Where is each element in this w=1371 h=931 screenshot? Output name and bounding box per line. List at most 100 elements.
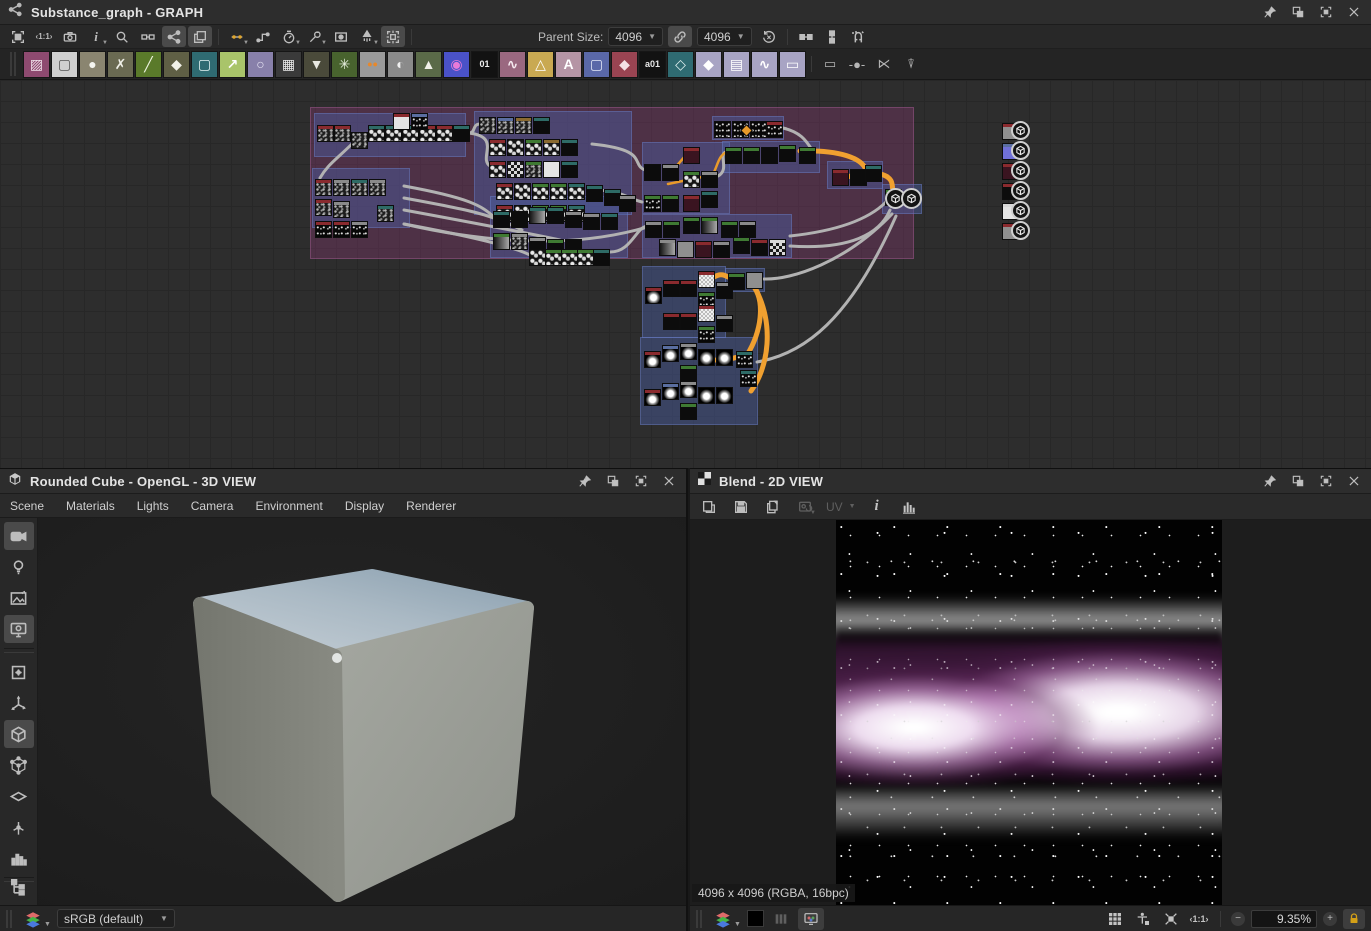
uv-select[interactable]: UV ▼ [826,500,856,514]
curve-fx-node-button[interactable]: ∿ [751,51,778,78]
graph-node[interactable] [508,140,523,155]
graph-node[interactable] [480,118,495,133]
graph-node[interactable] [490,162,505,177]
graph-node[interactable] [702,192,717,207]
rounded-cube-button[interactable] [4,720,34,748]
clean-button[interactable]: ▼ [355,26,379,47]
graph-node[interactable] [584,214,599,229]
zoom-out-button[interactable]: − [1231,912,1245,926]
close-button[interactable] [1345,3,1363,21]
float-button[interactable] [1289,472,1307,490]
graph-node[interactable] [562,162,577,177]
graph-node[interactable] [751,122,766,137]
histogram-button[interactable] [898,497,920,517]
height-node-button[interactable]: ▼ [303,51,330,78]
graph-node[interactable] [544,140,559,155]
snap-grid-button[interactable] [381,26,405,47]
graph-node[interactable] [370,180,385,195]
graph-node[interactable] [681,366,696,381]
graph-node[interactable] [741,371,756,386]
graph-node[interactable] [645,390,660,405]
text-node-button[interactable]: A [555,51,582,78]
graph-node[interactable] [833,170,848,185]
color-layers-icon[interactable]: ▼ [714,910,741,928]
graph-node[interactable] [663,165,678,180]
zoom-1-1-button[interactable]: ‹1:1› [1188,909,1210,929]
graph-node[interactable] [530,208,545,223]
connector-dots-button[interactable]: ▼ [225,26,249,47]
transform-node-button[interactable]: ▢ [191,51,218,78]
shape-node-button[interactable]: ○ [247,51,274,78]
dot-node-button[interactable]: ●● [359,51,386,78]
graph-node[interactable] [681,314,696,329]
graph-node[interactable] [740,222,755,237]
mannequin-button[interactable] [1132,909,1154,929]
graph-node[interactable] [660,240,675,255]
graph-canvas[interactable] [0,80,1371,468]
graph-node[interactable] [752,240,767,255]
link-nodes-button[interactable] [794,26,818,47]
graph-node[interactable] [664,281,679,296]
colorspace-select[interactable]: sRGB (default) ▼ [57,909,175,928]
background-color-swatch[interactable] [747,910,764,927]
comment-button[interactable]: ▭ [817,51,843,77]
graph-node[interactable] [497,184,512,199]
graph-node[interactable] [770,240,785,255]
view3d-viewport[interactable] [38,518,686,906]
reset-size-button[interactable] [757,26,781,47]
blur-node-button[interactable]: ● [79,51,106,78]
final-output-icon[interactable] [901,188,922,209]
info-button[interactable]: i [866,497,888,517]
color-layers-icon[interactable]: ▼ [24,910,51,928]
bitmap-node-button[interactable]: ▨ [23,51,50,78]
graph-node[interactable] [717,388,732,403]
graph-node[interactable] [678,242,693,257]
fit-view-button[interactable] [1160,909,1182,929]
spline-node-button[interactable]: ∿ [499,51,526,78]
channels-button[interactable] [770,909,792,929]
menu-lights[interactable]: Lights [137,499,169,513]
graph-node[interactable] [526,162,541,177]
graph-node[interactable] [512,212,527,227]
pin-link-button[interactable]: -●- [844,51,870,77]
grayscale-conversion-node-button[interactable]: 01 [471,51,498,78]
graph-node[interactable] [498,118,513,133]
graph-node[interactable] [780,146,795,161]
turbine-button[interactable] [4,813,34,841]
duplicate-view-button[interactable] [698,497,720,517]
value-processor-node-button[interactable]: a01 [639,51,666,78]
bottombar-grip[interactable] [696,910,702,928]
graph-node[interactable] [717,316,732,331]
graph-node[interactable] [318,126,333,141]
graph-node[interactable] [334,180,349,195]
rgb-display-button[interactable] [798,908,824,930]
graph-node[interactable] [645,352,660,367]
graph-node[interactable] [866,166,881,181]
graph-node[interactable] [378,206,393,221]
curve-node-button[interactable]: ╱ [135,51,162,78]
graph-node[interactable] [684,218,699,233]
graph-node[interactable] [681,404,696,419]
graph-node[interactable] [587,186,602,201]
frame-all-button[interactable] [6,26,30,47]
gradient-node-button[interactable]: ▤ [723,51,750,78]
flood-fill-node-button[interactable]: ◆ [611,51,638,78]
graph-node[interactable] [516,118,531,133]
gizmo-button[interactable] [4,689,34,717]
graph-node[interactable] [747,273,762,288]
screenshot-button[interactable] [58,26,82,47]
zoom-1-1-button[interactable]: ‹1:1› [32,26,56,47]
graph-node[interactable] [352,180,367,195]
graph-node[interactable] [530,250,545,265]
graph-node[interactable] [412,114,427,129]
graph-node[interactable] [702,218,717,233]
graph-node[interactable] [699,388,714,403]
instances-button[interactable] [188,26,212,47]
graph-node[interactable] [551,184,566,199]
graph-node[interactable] [663,346,678,361]
graph-node[interactable] [490,140,505,155]
graph-node[interactable] [726,148,741,163]
bottombar-grip[interactable] [6,910,12,928]
graph-node[interactable] [699,272,714,287]
splatter-node-button[interactable]: ✳ [331,51,358,78]
